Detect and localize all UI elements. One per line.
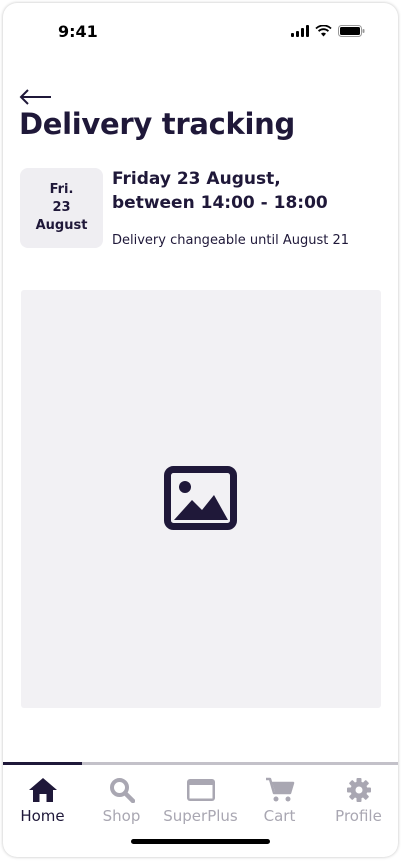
- delivery-window-time: between 14:00 - 18:00: [112, 193, 328, 213]
- battery-icon: [338, 25, 365, 37]
- nav-item-shop[interactable]: Shop: [82, 777, 161, 825]
- cellular-signal-icon: [291, 25, 309, 37]
- status-icons: [291, 25, 365, 37]
- date-badge-month: August: [35, 218, 88, 233]
- phone-screen: 9:41 Delivery tracking Fri. 23 August Fr…: [3, 3, 398, 857]
- card-icon: [186, 779, 215, 801]
- home-indicator[interactable]: [131, 839, 270, 844]
- nav-label-cart: Cart: [263, 807, 296, 825]
- nav-label-shop: Shop: [102, 807, 141, 825]
- delivery-date-badge: Fri. 23 August: [20, 168, 103, 248]
- nav-label-home: Home: [20, 807, 65, 825]
- wifi-icon: [315, 25, 332, 37]
- back-arrow-icon[interactable]: [19, 89, 53, 105]
- cart-icon: [265, 777, 294, 802]
- nav-item-home[interactable]: Home: [3, 777, 82, 825]
- date-badge-day: Fri.: [49, 182, 74, 197]
- image-placeholder-icon: [164, 466, 237, 530]
- delivery-window: Friday 23 August, between 14:00 - 18:00: [112, 167, 328, 215]
- nav-item-cart[interactable]: Cart: [240, 777, 319, 825]
- active-tab-indicator: [3, 762, 82, 765]
- delivery-window-date: Friday 23 August,: [112, 169, 281, 189]
- search-icon: [109, 778, 135, 803]
- page-title: Delivery tracking: [19, 107, 295, 141]
- delivery-change-note: Delivery changeable until August 21: [112, 233, 349, 248]
- status-time: 9:41: [58, 22, 98, 41]
- nav-label-superplus: SuperPlus: [163, 807, 238, 825]
- nav-item-profile[interactable]: Profile: [319, 777, 398, 825]
- home-icon: [28, 778, 57, 802]
- gear-icon: [346, 778, 371, 802]
- nav-item-superplus[interactable]: SuperPlus: [161, 777, 240, 825]
- nav-label-profile: Profile: [335, 807, 382, 825]
- status-bar: 9:41: [3, 3, 398, 61]
- date-badge-date: 23: [52, 200, 71, 215]
